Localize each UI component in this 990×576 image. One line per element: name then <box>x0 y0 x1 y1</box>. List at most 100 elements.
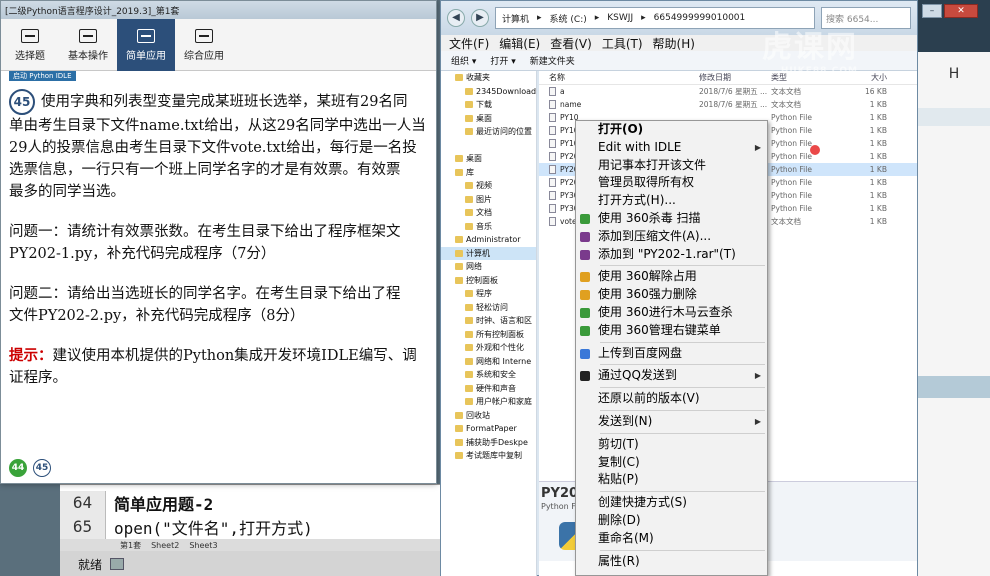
context-menu-item[interactable]: 使用 360杀毒 扫描 <box>576 210 767 228</box>
cell-text[interactable]: 简单应用题-2 <box>106 491 213 515</box>
menu-item-label: 添加到 "PY202-1.rar"(T) <box>598 246 736 261</box>
folder-icon <box>455 155 463 163</box>
page-button[interactable]: 45 <box>33 459 51 477</box>
nav-item[interactable]: 网络和 Interne <box>441 355 536 369</box>
menu-tools[interactable]: 工具(T) <box>602 35 643 52</box>
nav-item[interactable]: 桌面 <box>441 112 536 126</box>
exam-window: [二级Python语言程序设计_2019.3]_第1套 选择题 基本操作 简单应… <box>0 0 437 484</box>
menu-separator <box>600 491 765 493</box>
context-menu-item[interactable]: 通过QQ发送到 ▶ <box>576 367 767 385</box>
nav-item[interactable]: 用户帐户和家庭 <box>441 395 536 409</box>
context-menu-item[interactable]: 使用 360管理右键菜单 <box>576 322 767 340</box>
context-menu-item[interactable]: 属性(R) <box>576 553 767 571</box>
nav-item[interactable]: 文档 <box>441 206 536 220</box>
file-row[interactable]: name 2018/7/6 星期五 ... 文本文档 1 KB <box>539 98 917 111</box>
excel-window: 64 简单应用题-2 65 open("文件名",打开方式) 第1套 Sheet… <box>60 484 450 576</box>
file-name: a <box>560 87 565 96</box>
column-date[interactable]: 修改日期 <box>699 72 771 83</box>
nav-item[interactable]: 捕获助手Deskpe <box>441 436 536 450</box>
folder-icon <box>465 384 473 392</box>
organize-button[interactable]: 组织 ▾ <box>451 54 476 67</box>
context-menu-item[interactable]: 复制(C) <box>576 454 767 472</box>
nav-item[interactable]: 计算机 <box>441 246 536 260</box>
context-menu-item[interactable]: 打开方式(H)... <box>576 192 767 210</box>
launch-idle-tab[interactable]: 启动 Python IDLE <box>9 71 76 81</box>
nav-item[interactable]: 最近访问的位置 <box>441 125 536 139</box>
sheet-tab[interactable]: Sheet3 <box>189 541 217 550</box>
nav-item[interactable]: 下载 <box>441 98 536 112</box>
macro-record-icon[interactable] <box>110 558 125 570</box>
open-button[interactable]: 打开 ▾ <box>490 54 515 67</box>
basic-operation-button[interactable]: 基本操作 <box>59 19 117 71</box>
breadcrumb-item[interactable]: KSWJJ <box>607 13 633 23</box>
nav-item[interactable]: 视频 <box>441 179 536 193</box>
back-icon[interactable]: ◀ <box>447 9 465 27</box>
context-menu-item[interactable]: 删除(D) <box>576 512 767 530</box>
context-menu-item[interactable]: 添加到压缩文件(A)... <box>576 228 767 246</box>
context-menu-item[interactable]: 使用 360进行木马云查杀 <box>576 304 767 322</box>
folder-icon <box>455 276 463 284</box>
file-name-cell: a <box>539 87 699 96</box>
nav-item[interactable]: 网络 <box>441 260 536 274</box>
page-button[interactable]: 44 <box>9 459 27 477</box>
context-menu-item[interactable]: 还原以前的版本(V) <box>576 390 767 408</box>
context-menu-item[interactable]: 创建快捷方式(S) <box>576 494 767 512</box>
breadcrumb-item[interactable]: 计算机 <box>502 12 529 25</box>
context-menu-item[interactable]: 发送到(N) ▶ <box>576 413 767 431</box>
nav-item[interactable]: FormatPaper <box>441 422 536 436</box>
menu-file[interactable]: 文件(F) <box>449 35 489 52</box>
nav-item[interactable]: 外观和个性化 <box>441 341 536 355</box>
nav-item[interactable]: 桌面 <box>441 152 536 166</box>
forward-icon[interactable]: ▶ <box>471 9 489 27</box>
multiple-choice-button[interactable]: 选择题 <box>1 19 59 71</box>
nav-item[interactable]: 库 <box>441 166 536 180</box>
context-menu-item[interactable]: Edit with IDLE ▶ <box>576 139 767 157</box>
menu-item-label: 上传到百度网盘 <box>598 345 683 360</box>
comprehensive-application-button[interactable]: 综合应用 <box>175 19 233 71</box>
nav-item[interactable]: 2345Downloads <box>441 85 536 99</box>
context-menu-item[interactable]: 重命名(M) <box>576 530 767 548</box>
sheet-tab[interactable]: Sheet2 <box>151 541 179 550</box>
nav-item[interactable]: 音乐 <box>441 220 536 234</box>
menu-edit[interactable]: 编辑(E) <box>499 35 540 52</box>
nav-item[interactable]: 控制面板 <box>441 274 536 288</box>
nav-item[interactable]: 收藏夹 <box>441 71 536 85</box>
folder-icon <box>455 263 463 271</box>
file-row[interactable]: a 2018/7/6 星期五 ... 文本文档 16 KB <box>539 85 917 98</box>
menu-view[interactable]: 查看(V) <box>550 35 592 52</box>
nav-item[interactable]: 系统和安全 <box>441 368 536 382</box>
choice-icon <box>21 28 39 43</box>
nav-item[interactable]: 考试题库中复制 <box>441 449 536 463</box>
sheet-tab[interactable]: 第1套 <box>120 540 141 551</box>
nav-item[interactable]: 回收站 <box>441 409 536 423</box>
nav-item[interactable]: Administrator <box>441 233 536 247</box>
context-menu-item[interactable]: 上传到百度网盘 <box>576 345 767 363</box>
nav-item[interactable]: 轻松访问 <box>441 301 536 315</box>
context-menu-item[interactable]: 使用 360强力删除 <box>576 286 767 304</box>
menu-help[interactable]: 帮助(H) <box>653 35 695 52</box>
nav-item[interactable]: 时钟、语言和区 <box>441 314 536 328</box>
nav-item[interactable]: 硬件和声音 <box>441 382 536 396</box>
context-menu-item[interactable]: 打开(O) <box>576 121 767 139</box>
context-menu-item[interactable]: 使用 360解除占用 <box>576 268 767 286</box>
breadcrumb-item[interactable]: 6654999999010001 <box>654 13 746 23</box>
column-name[interactable]: 名称 <box>539 72 699 83</box>
excel-row[interactable]: 65 open("文件名",打开方式) <box>60 515 450 539</box>
excel-row[interactable]: 64 简单应用题-2 <box>60 491 450 515</box>
cell-text[interactable]: open("文件名",打开方式) <box>106 515 313 539</box>
close-icon[interactable]: ✕ <box>944 4 978 18</box>
breadcrumb-item[interactable]: 系统 (C:) <box>550 12 587 25</box>
context-menu-item[interactable]: 用记事本打开该文件 <box>576 157 767 175</box>
context-menu-item[interactable]: 剪切(T) <box>576 436 767 454</box>
nav-item[interactable]: 所有控制面板 <box>441 328 536 342</box>
nav-item[interactable] <box>441 139 536 153</box>
minimize-icon[interactable]: – <box>922 4 942 18</box>
simple-application-button[interactable]: 简单应用 <box>117 19 175 71</box>
context-menu-item[interactable]: 粘贴(P) <box>576 471 767 489</box>
nav-item[interactable]: 程序 <box>441 287 536 301</box>
new-folder-button[interactable]: 新建文件夹 <box>530 54 575 67</box>
nav-item[interactable]: 图片 <box>441 193 536 207</box>
context-menu-item[interactable]: 管理员取得所有权 <box>576 174 767 192</box>
context-menu-item[interactable]: 添加到 "PY202-1.rar"(T) <box>576 246 767 264</box>
file-icon <box>549 217 556 226</box>
